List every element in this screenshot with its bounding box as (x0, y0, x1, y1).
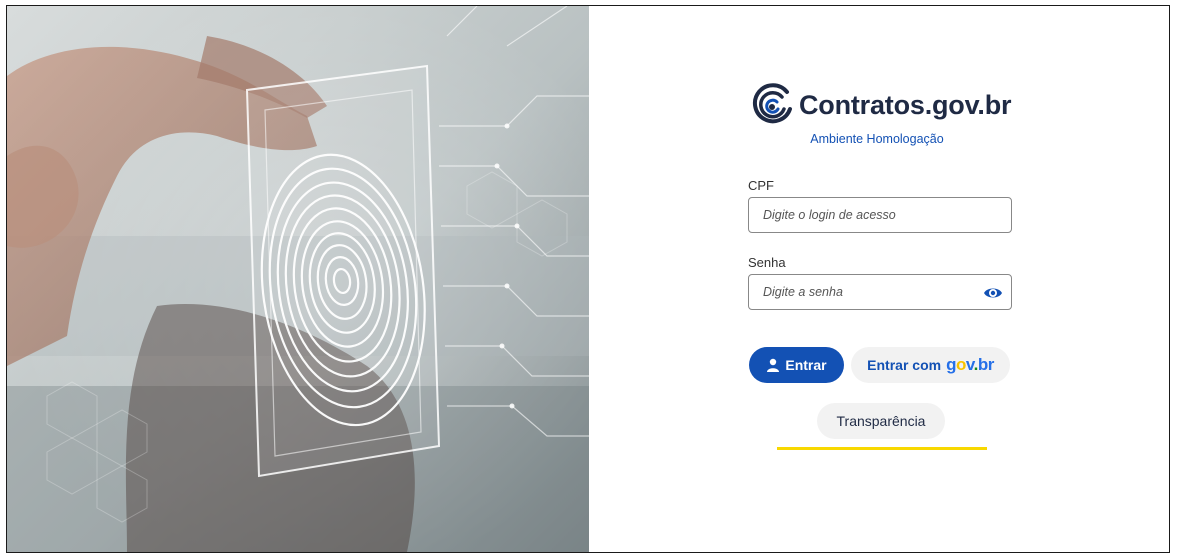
senha-input[interactable] (749, 275, 1011, 309)
govbr-logo: gov.br (946, 355, 994, 375)
entrar-govbr-button[interactable]: Entrar com gov.br (851, 347, 1010, 383)
hero-fingerprint-image (7, 6, 589, 552)
environment-label: Ambiente Homologação (810, 132, 944, 146)
govbr-prefix: Entrar com (867, 357, 942, 373)
entrar-button[interactable]: Entrar (749, 347, 844, 383)
contratos-spiral-icon (752, 83, 792, 124)
govbr-logo-g: g (946, 355, 956, 374)
accent-underline (777, 447, 987, 450)
transparencia-button[interactable]: Transparência (817, 403, 945, 439)
login-panel: Contratos.gov.br Ambiente Homologação CP… (589, 6, 1169, 552)
senha-label: Senha (748, 255, 786, 270)
transparencia-label: Transparência (836, 413, 926, 429)
cpf-label: CPF (748, 178, 774, 193)
govbr-logo-o: o (955, 355, 966, 374)
login-window: Contratos.gov.br Ambiente Homologação CP… (6, 5, 1170, 553)
govbr-logo-v: v (965, 355, 974, 374)
brand-name: Contratos.gov.br (799, 89, 1012, 120)
eye-icon[interactable] (983, 284, 1003, 302)
fingerprint-illustration (7, 6, 589, 552)
cpf-field[interactable] (748, 197, 1012, 233)
brand-logo: Contratos.gov.br (749, 80, 1012, 130)
senha-field[interactable] (748, 274, 1012, 310)
entrar-label: Entrar (785, 357, 827, 373)
govbr-logo-br: br (977, 355, 995, 374)
user-icon (767, 358, 780, 372)
cpf-input[interactable] (749, 198, 1011, 232)
